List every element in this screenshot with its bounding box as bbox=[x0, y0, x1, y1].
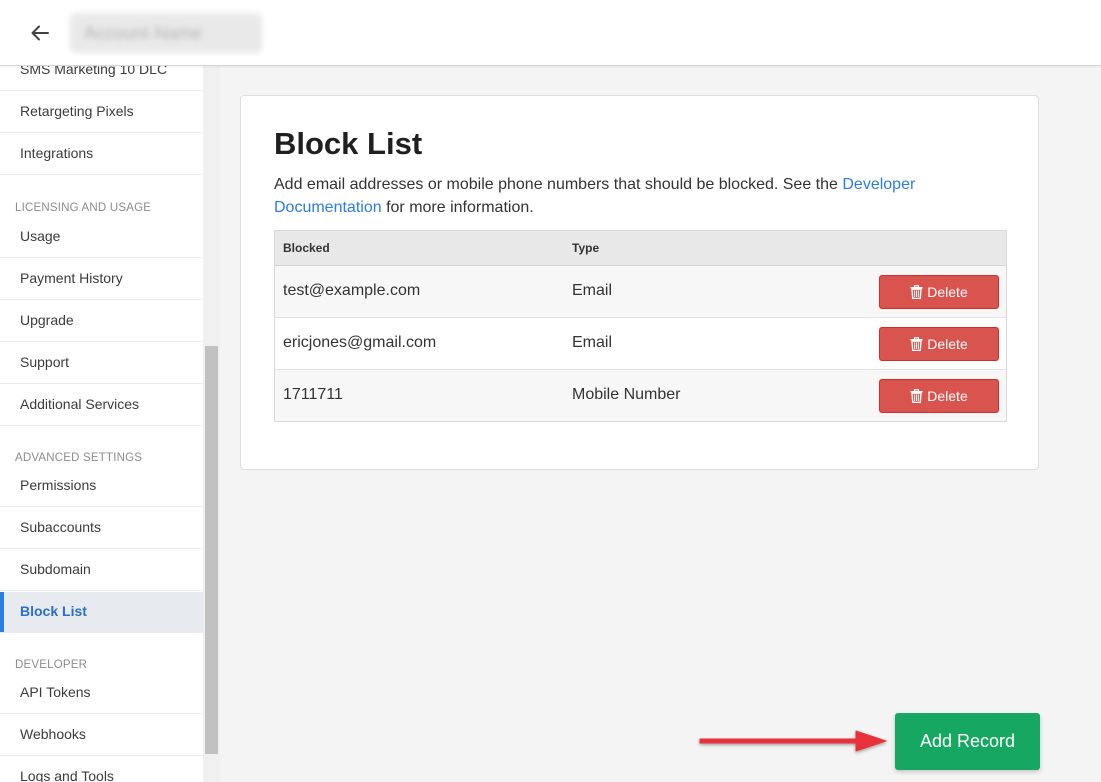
sidebar-item-label: Permissions bbox=[20, 477, 97, 493]
sidebar-item-payment-history[interactable]: Payment History bbox=[0, 259, 203, 300]
sidebar-item-label: Logs and Tools bbox=[20, 768, 114, 782]
sidebar-item-upgrade[interactable]: Upgrade bbox=[0, 301, 203, 342]
sidebar-item-label: Retargeting Pixels bbox=[20, 103, 134, 119]
sidebar-item-label: Integrations bbox=[20, 145, 94, 161]
block-list-card: Block List Add email addresses or mobile… bbox=[240, 95, 1039, 470]
sidebar-scrollbar-thumb[interactable] bbox=[205, 346, 218, 754]
sidebar-section-developer: DEVELOPER bbox=[15, 659, 88, 671]
sidebar-section-advanced: ADVANCED SETTINGS bbox=[15, 452, 143, 464]
delete-label: Delete bbox=[927, 284, 968, 300]
sidebar-item-webhooks[interactable]: Webhooks bbox=[0, 715, 203, 756]
block-list-table: Blocked Type test@example.com Email Dele… bbox=[274, 230, 1007, 422]
sidebar-item-label: Subdomain bbox=[20, 561, 91, 577]
annotation-arrow-icon bbox=[699, 730, 887, 752]
description-text-after: for more information. bbox=[381, 199, 534, 216]
sidebar-item-label: SMS Marketing 10 DLC bbox=[20, 66, 168, 77]
sidebar-item-label: Upgrade bbox=[20, 312, 74, 328]
table-header: Blocked Type bbox=[275, 231, 1006, 266]
table-row: ericjones@gmail.com Email Delete bbox=[275, 318, 1006, 370]
sidebar-item-support[interactable]: Support bbox=[0, 343, 203, 384]
page-title: Block List bbox=[274, 126, 423, 161]
sidebar-item-label: Additional Services bbox=[20, 396, 140, 412]
sidebar-item-label: Webhooks bbox=[20, 726, 86, 742]
blocked-value: 1711711 bbox=[283, 386, 343, 403]
sidebar-item-usage[interactable]: Usage bbox=[0, 217, 203, 258]
sidebar-item-label: Subaccounts bbox=[20, 519, 101, 535]
sidebar-item-block-list[interactable]: Block List bbox=[0, 592, 203, 633]
trash-icon bbox=[910, 389, 923, 403]
column-header-blocked: Blocked bbox=[283, 241, 330, 255]
table-row: test@example.com Email Delete bbox=[275, 266, 1006, 318]
table-row: 1711711 Mobile Number Delete bbox=[275, 370, 1006, 421]
sidebar-item-permissions[interactable]: Permissions bbox=[0, 466, 203, 507]
sidebar-item-additional-services[interactable]: Additional Services bbox=[0, 385, 203, 426]
sidebar-item-retargeting-pixels[interactable]: Retargeting Pixels bbox=[0, 92, 203, 133]
sidebar-item-subaccounts[interactable]: Subaccounts bbox=[0, 508, 203, 549]
delete-button[interactable]: Delete bbox=[879, 327, 999, 361]
sidebar-item-label: Payment History bbox=[20, 270, 123, 286]
blocked-value: test@example.com bbox=[283, 282, 421, 299]
sidebar-item-label: Support bbox=[20, 354, 70, 370]
sidebar-item-subdomain[interactable]: Subdomain bbox=[0, 550, 203, 591]
type-value: Email bbox=[572, 334, 613, 351]
sidebar-item-label: Block List bbox=[20, 603, 87, 619]
page-description: Add email addresses or mobile phone numb… bbox=[274, 173, 964, 219]
column-header-type: Type bbox=[572, 241, 600, 255]
trash-icon bbox=[910, 337, 923, 351]
type-value: Mobile Number bbox=[572, 386, 681, 403]
add-record-button[interactable]: Add Record bbox=[895, 713, 1040, 770]
account-name[interactable]: Account Name bbox=[70, 13, 262, 53]
blocked-value: ericjones@gmail.com bbox=[283, 334, 437, 351]
delete-label: Delete bbox=[927, 336, 968, 352]
type-value: Email bbox=[572, 282, 613, 299]
sidebar-item-sms-marketing[interactable]: SMS Marketing 10 DLC bbox=[0, 66, 203, 91]
sidebar-item-label: API Tokens bbox=[20, 684, 91, 700]
back-button[interactable] bbox=[26, 19, 54, 47]
sidebar-item-logs-and-tools[interactable]: Logs and Tools bbox=[0, 757, 203, 782]
sidebar-item-integrations[interactable]: Integrations bbox=[0, 134, 203, 175]
sidebar: SMS Marketing 10 DLC Retargeting Pixels … bbox=[0, 66, 203, 782]
top-bar: Account Name bbox=[0, 0, 1101, 66]
arrow-left-icon bbox=[31, 25, 49, 41]
sidebar-item-label: Usage bbox=[20, 228, 61, 244]
description-text-before: Add email addresses or mobile phone numb… bbox=[274, 176, 843, 193]
trash-icon bbox=[910, 285, 923, 299]
sidebar-section-licensing: LICENSING AND USAGE bbox=[15, 202, 152, 214]
delete-button[interactable]: Delete bbox=[879, 379, 999, 413]
delete-label: Delete bbox=[927, 388, 968, 404]
delete-button[interactable]: Delete bbox=[879, 275, 999, 309]
sidebar-item-api-tokens[interactable]: API Tokens bbox=[0, 673, 203, 714]
